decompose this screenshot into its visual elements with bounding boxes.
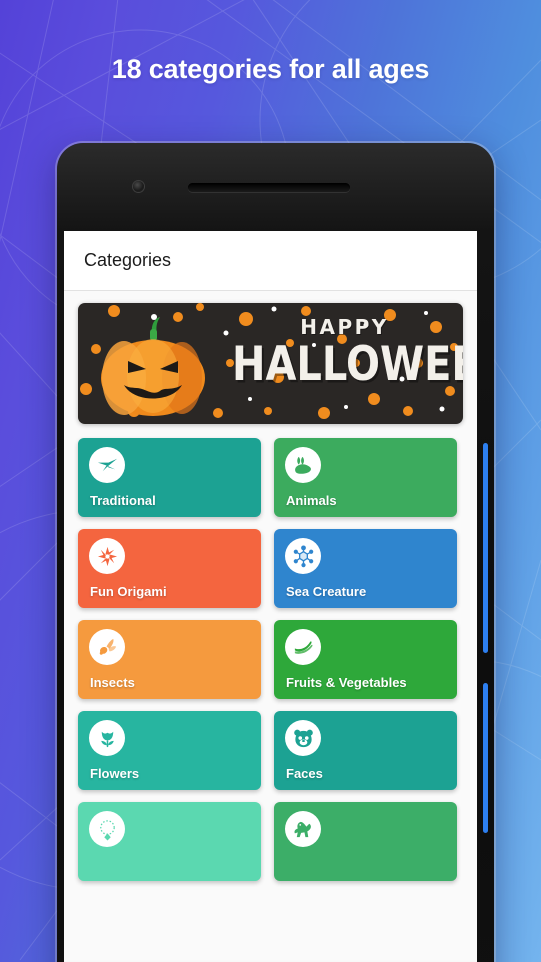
phone-screen: Categories HAPPY HALLOWE Traditional Ani… xyxy=(64,231,477,962)
flower-star-icon xyxy=(89,538,125,574)
front-camera-icon xyxy=(133,181,144,192)
category-label: Traditional xyxy=(90,493,156,508)
category-tile-fun-origami[interactable]: Fun Origami xyxy=(78,529,261,608)
origami-crane-icon xyxy=(89,447,125,483)
category-tile-faces[interactable]: Faces xyxy=(274,711,457,790)
banana-icon xyxy=(285,629,321,665)
necklace-icon xyxy=(89,811,125,847)
tulip-icon xyxy=(89,720,125,756)
banner-line-2: HALLOWEEN xyxy=(232,337,463,392)
scrollbar-indicator-lower[interactable] xyxy=(483,683,488,833)
category-tile-insects[interactable]: Insects xyxy=(78,620,261,699)
dinosaur-icon xyxy=(285,811,321,847)
category-tile-fruits-vegetables[interactable]: Fruits & Vegetables xyxy=(274,620,457,699)
bear-face-icon xyxy=(285,720,321,756)
bee-icon xyxy=(89,629,125,665)
category-label: Sea Creature xyxy=(286,584,367,599)
category-label: Flowers xyxy=(90,766,140,781)
category-label: Animals xyxy=(286,493,337,508)
rabbit-icon xyxy=(285,447,321,483)
category-tile-animals[interactable]: Animals xyxy=(274,438,457,517)
category-label: Insects xyxy=(90,675,135,690)
category-label: Fruits & Vegetables xyxy=(286,675,407,690)
pumpkin-icon xyxy=(101,317,205,416)
app-bar: Categories xyxy=(64,231,477,291)
banner-line-1: HAPPY xyxy=(300,315,389,339)
earpiece-speaker xyxy=(188,183,350,192)
category-label: Fun Origami xyxy=(90,584,167,599)
phone-frame: Categories HAPPY HALLOWE Traditional Ani… xyxy=(57,143,494,962)
category-tile-dinosaur[interactable] xyxy=(274,802,457,881)
page-headline: 18 categories for all ages xyxy=(111,54,430,84)
turtle-icon xyxy=(285,538,321,574)
category-tile-sea-creature[interactable]: Sea Creature xyxy=(274,529,457,608)
category-tile-traditional[interactable]: Traditional xyxy=(78,438,261,517)
banner-text: HAPPY HALLOWEEN xyxy=(232,315,463,388)
category-tile-jewelry[interactable] xyxy=(78,802,261,881)
halloween-banner[interactable]: HAPPY HALLOWEEN xyxy=(78,303,463,424)
page-title: Categories xyxy=(84,250,172,270)
category-grid: Traditional Animals Fun Origami Sea Crea… xyxy=(78,438,463,881)
category-tile-flowers[interactable]: Flowers xyxy=(78,711,261,790)
scrollbar-indicator[interactable] xyxy=(483,443,488,653)
category-label: Faces xyxy=(286,766,323,781)
scroll-content: HAPPY HALLOWEEN Traditional Animals xyxy=(64,291,477,962)
